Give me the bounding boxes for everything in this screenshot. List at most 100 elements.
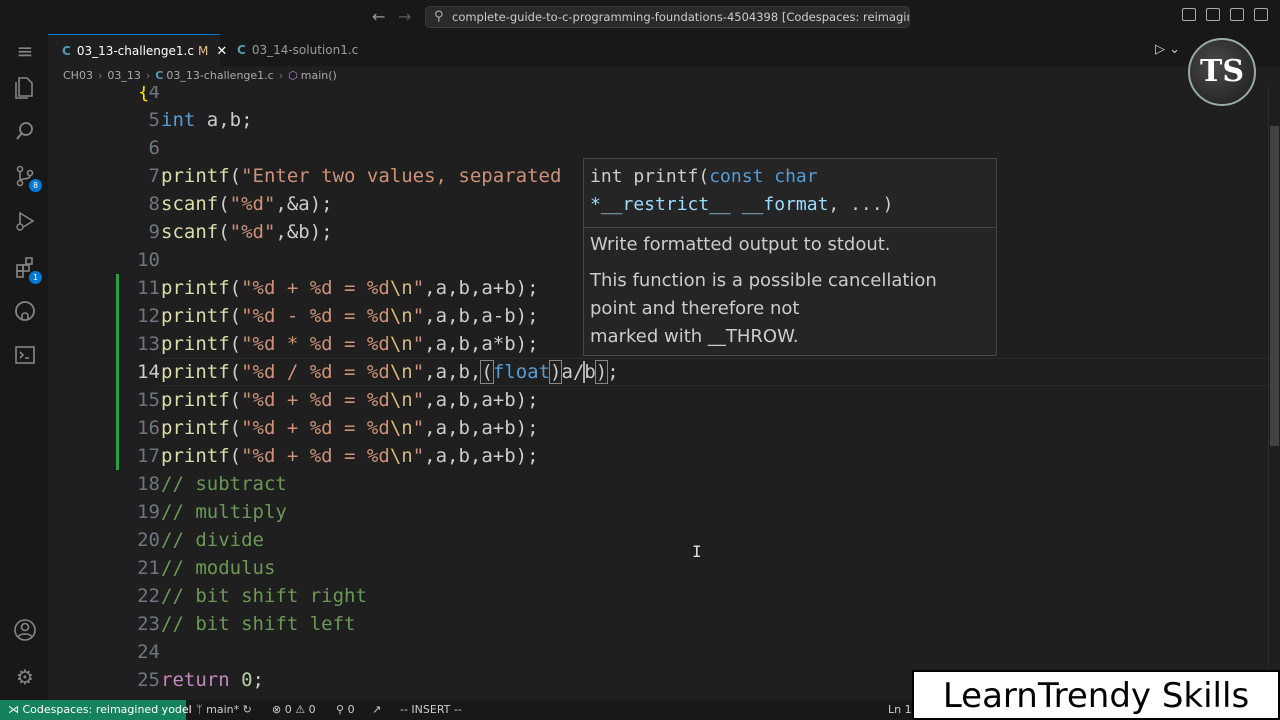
- editor-actions: ▷ ⌄: [1155, 42, 1180, 57]
- search-icon: ⚲: [434, 9, 444, 24]
- line-number: 9: [148, 221, 160, 243]
- badge: 8: [29, 179, 42, 192]
- line-number: 6: [148, 137, 160, 159]
- toggle-secondary-sidebar-icon[interactable]: [1230, 8, 1244, 21]
- divider: [584, 227, 996, 228]
- code-text: printf("%d + %d = %d\n",a,b,a+b);: [161, 445, 539, 467]
- code-line: 24: [48, 638, 1268, 666]
- explorer-icon[interactable]: [12, 76, 38, 102]
- remote-indicator[interactable]: ⋊ Codespaces: reimagined yodel: [0, 700, 192, 720]
- line-number: 14: [137, 361, 160, 383]
- code-line: 4{: [48, 86, 1268, 106]
- customize-layout-icon[interactable]: [1254, 8, 1268, 21]
- code-line: 22// bit shift right: [48, 582, 1268, 610]
- doc-text: point and therefore not: [590, 298, 800, 319]
- github-icon[interactable]: [12, 300, 38, 326]
- toggle-sidebar-icon[interactable]: [1182, 8, 1196, 21]
- run-debug-icon[interactable]: [12, 210, 38, 236]
- line-number: 21: [137, 557, 160, 579]
- line-number: 13: [137, 333, 160, 355]
- doc-text: This function is a possible cancellation: [590, 270, 937, 291]
- function-signature: int printf(const char *__restrict__ __fo…: [590, 166, 894, 215]
- code-text: scanf("%d",&a);: [161, 193, 333, 215]
- ports-icon: ⚲: [336, 703, 348, 716]
- c-file-icon: C: [62, 44, 71, 58]
- text-cursor: [583, 361, 585, 383]
- code-text: printf("%d / %d = %d\n",a,b,(float)a/b);: [161, 360, 619, 384]
- code-line: 15 printf("%d + %d = %d\n",a,b,a+b);: [48, 386, 1268, 414]
- tab-label: 03_13-challenge1.c: [76, 44, 194, 58]
- tab-bar: C 03_13-challenge1.c M ✕ C 03_14-solution1.c: [48, 34, 1280, 66]
- source-control-icon[interactable]: 8: [12, 164, 42, 192]
- remote-icon: ⋊: [8, 703, 23, 716]
- line-number: 23: [137, 613, 160, 635]
- run-icon[interactable]: ▷ ⌄: [1155, 42, 1180, 57]
- account-icon[interactable]: [12, 618, 38, 644]
- code-comment: // divide: [161, 529, 264, 551]
- code-comment: // bit shift left: [161, 613, 356, 635]
- channel-logo-text: TS: [1200, 54, 1244, 89]
- code-text: printf("%d + %d = %d\n",a,b,a+b);: [161, 417, 539, 439]
- breadcrumb-item[interactable]: 03_13-challenge1.c: [166, 69, 273, 82]
- breadcrumb-item[interactable]: main(): [301, 69, 337, 82]
- c-file-icon: C: [237, 43, 246, 57]
- method-icon: ⬡: [288, 69, 298, 82]
- tab-solution1[interactable]: C 03_14-solution1.c: [223, 34, 383, 66]
- code-text: printf("%d + %d = %d\n",a,b,a+b);: [161, 277, 539, 299]
- code-line: 16 printf("%d + %d = %d\n",a,b,a+b);: [48, 414, 1268, 442]
- branch-icon: ᛘ: [196, 703, 207, 716]
- line-number: 19: [137, 501, 160, 523]
- code-line: 17 printf("%d + %d = %d\n",a,b,a+b);: [48, 442, 1268, 470]
- code-text: scanf("%d",&b);: [161, 221, 333, 243]
- live-share-icon[interactable]: ↗: [372, 700, 381, 720]
- branch-indicator[interactable]: ᛘ main* ↻: [196, 700, 252, 720]
- code-comment: // modulus: [161, 557, 276, 579]
- code-line: 23// bit shift left: [48, 610, 1268, 638]
- tab-challenge1[interactable]: C 03_13-challenge1.c M ✕: [48, 34, 227, 66]
- doc-summary: Write formatted output to stdout.: [590, 234, 891, 255]
- badge: 1: [29, 271, 42, 284]
- breadcrumb-item[interactable]: CH03: [63, 69, 93, 82]
- line-number: 18: [137, 473, 160, 495]
- problems-indicator[interactable]: ⊗ 0 ⚠ 0: [272, 700, 316, 720]
- line-number: 20: [137, 529, 160, 551]
- breadcrumb: CH03 › 03_13 › C 03_13-challenge1.c › ⬡ main(): [48, 66, 1280, 86]
- line-number: 10: [137, 249, 160, 271]
- scrollbar-thumb[interactable]: [1270, 126, 1279, 446]
- code-line: 21// modulus: [48, 554, 1268, 582]
- code-text: int a,b;: [161, 109, 253, 131]
- vertical-scrollbar[interactable]: [1268, 86, 1280, 700]
- error-icon: ⊗: [272, 703, 285, 716]
- line-number: 8: [148, 193, 160, 215]
- code-text: printf("%d + %d = %d\n",a,b,a+b);: [161, 389, 539, 411]
- modified-indicator: M: [197, 44, 209, 58]
- mouse-cursor-icon: I: [692, 542, 702, 561]
- arrow-left-icon[interactable]: ←: [372, 7, 385, 26]
- arrow-right-icon[interactable]: →: [398, 7, 411, 26]
- code-text: printf("%d * %d = %d\n",a,b,a*b);: [161, 333, 539, 355]
- warning-icon: ⚠: [295, 703, 309, 716]
- line-number: 17: [137, 445, 160, 467]
- sync-icon: ↻: [242, 703, 252, 716]
- line-number: 25: [137, 669, 160, 691]
- breadcrumb-item[interactable]: 03_13: [107, 69, 141, 82]
- search-icon[interactable]: [12, 120, 38, 146]
- line-number: 4: [148, 86, 160, 103]
- code-line: 18// subtract: [48, 470, 1268, 498]
- code-comment: // subtract: [161, 473, 287, 495]
- command-center[interactable]: ⚲ complete-guide-to-c-programming-founda…: [425, 6, 910, 28]
- watermark: LearnTrendy Skills: [912, 670, 1280, 720]
- code-text: printf("%d - %d = %d\n",a,b,a-b);: [161, 305, 539, 327]
- code-line: 19// multiply: [48, 498, 1268, 526]
- code-line: 20// divide: [48, 526, 1268, 554]
- extensions-icon[interactable]: 1: [12, 256, 42, 284]
- line-number: 16: [137, 417, 160, 439]
- line-number: 12: [137, 305, 160, 327]
- toggle-panel-icon[interactable]: [1206, 8, 1220, 21]
- tab-label: 03_14-solution1.c: [251, 43, 359, 57]
- menu-icon[interactable]: ≡: [12, 38, 38, 64]
- ports-indicator[interactable]: ⚲ 0: [336, 700, 355, 720]
- terminal-icon[interactable]: [12, 344, 38, 370]
- c-file-icon: C: [155, 69, 164, 82]
- gear-icon[interactable]: ⚙: [12, 664, 38, 690]
